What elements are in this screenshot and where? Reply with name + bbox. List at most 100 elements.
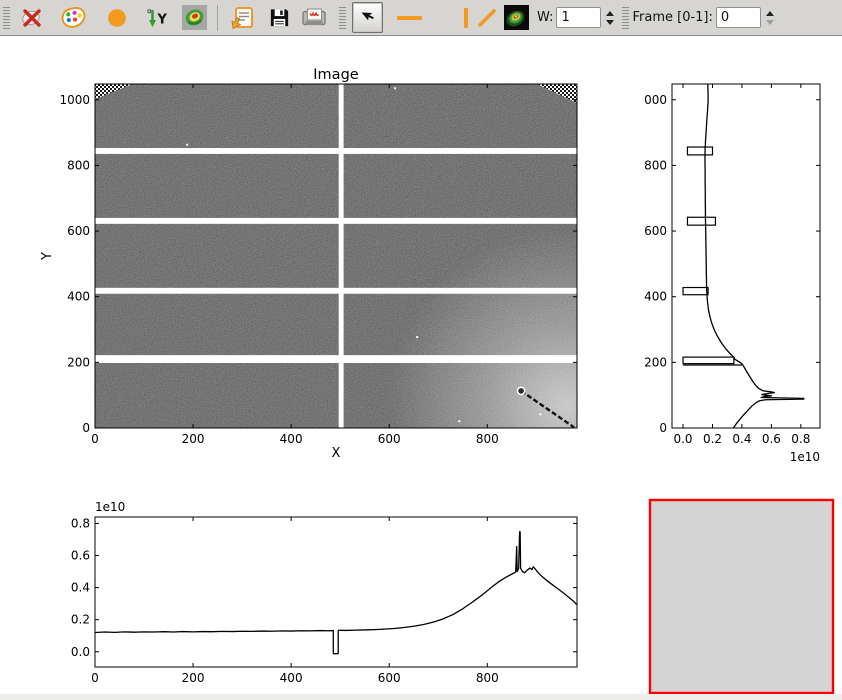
glow-region bbox=[95, 84, 577, 428]
axis-offset-label: 1e10 bbox=[95, 500, 125, 514]
profile-gap-box bbox=[687, 217, 715, 225]
frame-spinner bbox=[766, 11, 774, 25]
empty-panel bbox=[650, 500, 833, 693]
y-tick-label: 0 bbox=[659, 421, 667, 435]
diagonal-line-icon bbox=[476, 7, 498, 29]
axis-offset-label: 1e10 bbox=[790, 450, 820, 464]
frame-decrement-arrow[interactable] bbox=[766, 20, 774, 25]
x-tick-label: 0.8 bbox=[791, 432, 810, 446]
profile-gap-box bbox=[683, 357, 734, 364]
palette-icon bbox=[60, 6, 87, 29]
circle-marker-icon bbox=[107, 8, 127, 28]
frame-value: 0 bbox=[721, 10, 729, 25]
frame-spinbox[interactable]: 0 bbox=[716, 7, 761, 28]
app-window: Image X Y 020040060080002004006008001000… bbox=[0, 0, 842, 700]
x-tick-label: 0.0 bbox=[673, 432, 692, 446]
clear-button[interactable] bbox=[20, 6, 44, 30]
w-decrement-arrow[interactable] bbox=[606, 20, 614, 25]
x-tick-label: 0.2 bbox=[703, 432, 722, 446]
y-tick-label: 0.0 bbox=[71, 645, 90, 659]
thumbnail-icon bbox=[504, 5, 529, 30]
y-tick-label: 1000 bbox=[59, 93, 90, 107]
color-circle-button[interactable] bbox=[107, 8, 127, 28]
drag-handle[interactable] bbox=[622, 7, 629, 29]
x-tick-label: 0 bbox=[91, 671, 99, 685]
profile-curve bbox=[95, 532, 577, 654]
x-tick-label: 600 bbox=[378, 671, 401, 685]
y-tick-label: 400 bbox=[644, 290, 667, 304]
x-tick-label: 0.4 bbox=[732, 432, 751, 446]
y-tick-label: 800 bbox=[67, 158, 90, 172]
thumbnail-button[interactable] bbox=[504, 5, 529, 30]
y-tick-label: 0 bbox=[82, 421, 90, 435]
flip-y-button[interactable]: Y bbox=[145, 6, 168, 30]
paste-button[interactable] bbox=[230, 5, 256, 31]
x-tick-label: 600 bbox=[378, 432, 401, 446]
frame-increment-arrow[interactable] bbox=[766, 11, 774, 16]
hot-pixel bbox=[416, 336, 418, 338]
paste-icon bbox=[230, 5, 256, 31]
y-tick-label: 600 bbox=[644, 224, 667, 238]
detector-gap-horizontal bbox=[95, 148, 577, 154]
toolbar-separator bbox=[217, 5, 218, 31]
y-axis-label: Y bbox=[40, 252, 55, 261]
detector-gap-horizontal bbox=[95, 355, 577, 363]
w-label: W: bbox=[537, 10, 553, 25]
hot-pixel bbox=[186, 144, 188, 146]
w-increment-arrow[interactable] bbox=[606, 11, 614, 16]
x-tick-label: 800 bbox=[476, 671, 499, 685]
pointer-icon bbox=[359, 6, 376, 29]
profile-curve bbox=[705, 84, 804, 428]
y-tick-label: 200 bbox=[67, 355, 90, 369]
colormap-button[interactable] bbox=[182, 5, 207, 30]
x-tick-label: 0.6 bbox=[762, 432, 781, 446]
drag-handle[interactable] bbox=[339, 7, 346, 29]
y-tick-label: 0.2 bbox=[71, 613, 90, 627]
window-bottom-edge bbox=[0, 694, 842, 700]
palette-button[interactable] bbox=[60, 6, 87, 29]
flip-y-icon: Y bbox=[145, 6, 168, 30]
horizontal-line-icon bbox=[397, 16, 422, 20]
detector-gap-horizontal bbox=[95, 218, 577, 224]
vertical-line-icon bbox=[464, 8, 468, 28]
save-button[interactable] bbox=[268, 6, 291, 29]
w-spinner bbox=[606, 11, 614, 25]
y-tick-label: 600 bbox=[67, 224, 90, 238]
profile-gap-box bbox=[683, 288, 708, 295]
x-axis-label: X bbox=[332, 446, 341, 461]
y-tick-label: 0.8 bbox=[71, 516, 90, 530]
x-tick-label: 400 bbox=[280, 671, 303, 685]
hot-pixel bbox=[458, 420, 460, 422]
clear-icon bbox=[20, 6, 44, 30]
toolbar: Y bbox=[0, 0, 842, 36]
axes-frame bbox=[95, 517, 577, 667]
x-tick-label: 800 bbox=[476, 432, 499, 446]
detector-gap-vertical bbox=[339, 84, 344, 428]
figure-canvas[interactable]: Image X Y 020040060080002004006008001000… bbox=[0, 0, 842, 700]
axes-frame bbox=[672, 84, 820, 428]
y-tick-label: 000 bbox=[644, 93, 667, 107]
y-tick-label: 800 bbox=[644, 158, 667, 172]
print-button[interactable] bbox=[301, 6, 327, 29]
plot-title: Image bbox=[313, 67, 358, 83]
svg-text:Y: Y bbox=[157, 12, 168, 27]
profile-gap-box bbox=[687, 147, 712, 155]
pointer-tool-button[interactable] bbox=[352, 2, 383, 33]
drag-handle[interactable] bbox=[3, 7, 10, 29]
vertical-line-tool[interactable] bbox=[464, 8, 468, 28]
detector-image[interactable] bbox=[95, 84, 577, 428]
y-tick-label: 0.4 bbox=[71, 581, 90, 595]
save-icon bbox=[268, 6, 291, 29]
diagonal-line-tool[interactable] bbox=[476, 7, 498, 29]
streak-head bbox=[518, 387, 525, 394]
y-tick-label: 400 bbox=[67, 290, 90, 304]
print-icon bbox=[301, 6, 327, 29]
w-spinbox[interactable]: 1 bbox=[556, 7, 601, 28]
hot-pixel bbox=[539, 413, 541, 415]
x-tick-label: 200 bbox=[182, 671, 205, 685]
horizontal-line-tool[interactable] bbox=[397, 16, 422, 20]
y-tick-label: 200 bbox=[644, 355, 667, 369]
x-tick-label: 400 bbox=[280, 432, 303, 446]
x-tick-label: 200 bbox=[182, 432, 205, 446]
detector-gap-horizontal bbox=[95, 288, 577, 294]
